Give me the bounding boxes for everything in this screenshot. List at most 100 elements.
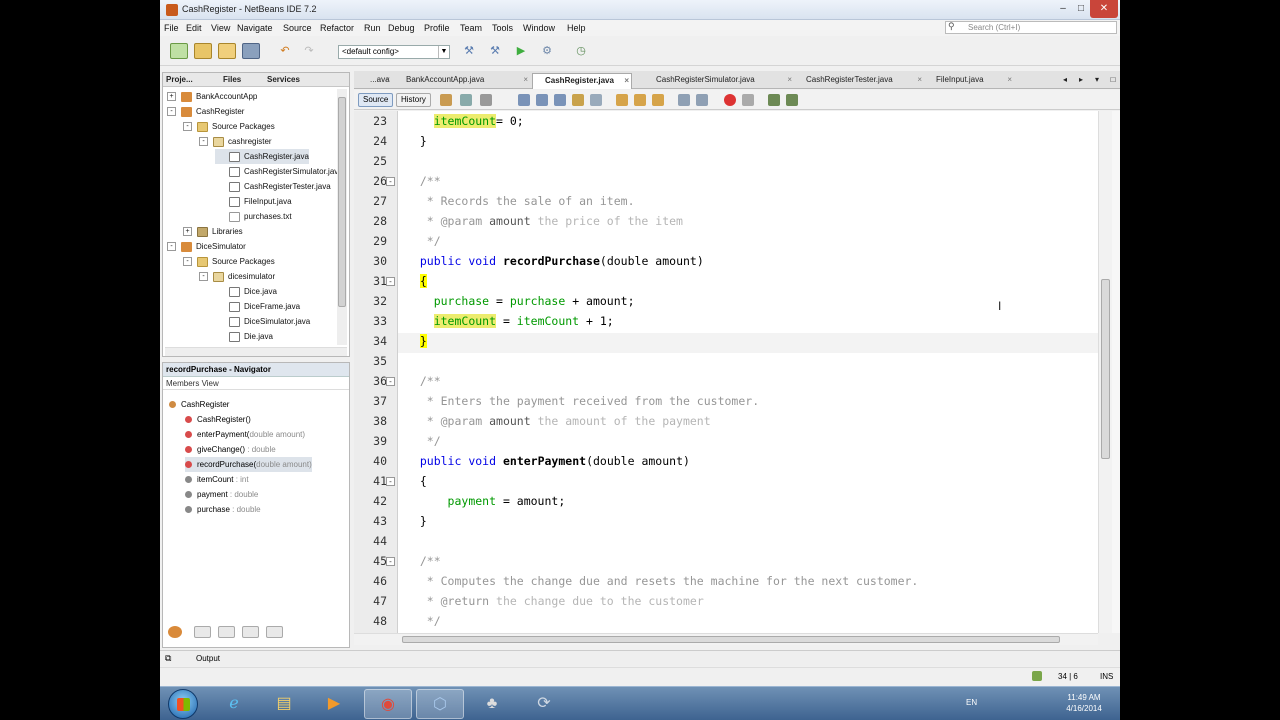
media-player-icon[interactable]: ▶ bbox=[310, 689, 358, 719]
uncomment-icon[interactable] bbox=[786, 94, 798, 106]
toggle-rect-select-icon[interactable] bbox=[590, 94, 602, 106]
menu-debug[interactable]: Debug bbox=[388, 23, 415, 33]
navigator-member[interactable]: itemCount : int bbox=[185, 472, 249, 487]
editor-vertical-scrollbar[interactable] bbox=[1098, 111, 1112, 633]
expand-icon[interactable]: + bbox=[167, 92, 176, 102]
tab-cashregistertester[interactable]: CashRegisterTester.java × bbox=[794, 73, 924, 89]
scrollbar-thumb[interactable] bbox=[1101, 279, 1110, 459]
maximize-editor-icon[interactable]: □ bbox=[1106, 73, 1120, 89]
explorer-icon[interactable]: ▤ bbox=[260, 689, 308, 719]
collapse-icon[interactable]: - bbox=[167, 107, 176, 117]
start-macro-icon[interactable] bbox=[724, 94, 736, 106]
tree-node[interactable]: Die.java bbox=[215, 329, 273, 344]
fold-toggle-icon[interactable]: - bbox=[386, 557, 395, 566]
shift-right-icon[interactable] bbox=[696, 94, 708, 106]
navigator-member[interactable]: CashRegister bbox=[169, 397, 229, 412]
tab-cashregister[interactable]: CashRegister.java × bbox=[532, 73, 632, 89]
quick-search-field[interactable]: ⚲ Search (Ctrl+I) bbox=[945, 21, 1117, 34]
language-indicator[interactable]: EN bbox=[966, 698, 977, 707]
previous-bookmark-icon[interactable] bbox=[616, 94, 628, 106]
close-button[interactable]: ✕ bbox=[1090, 0, 1118, 18]
open-project-icon[interactable] bbox=[218, 43, 236, 59]
tree-node[interactable]: Dice.java bbox=[215, 284, 277, 299]
menu-help[interactable]: Help bbox=[567, 23, 586, 33]
tab-fileinput[interactable]: FileInput.java × bbox=[924, 73, 1014, 89]
tree-node[interactable]: FileInput.java bbox=[215, 194, 292, 209]
menu-profile[interactable]: Profile bbox=[424, 23, 450, 33]
paint-icon[interactable]: ♣ bbox=[468, 689, 516, 719]
navigator-member[interactable]: recordPurchase(double amount) bbox=[185, 457, 312, 472]
scrollbar-thumb[interactable] bbox=[402, 636, 1060, 643]
filter-inherited-icon[interactable] bbox=[266, 626, 283, 638]
collapse-icon[interactable]: - bbox=[199, 137, 208, 147]
navigator-member[interactable]: enterPayment(double amount) bbox=[185, 427, 305, 442]
menu-tools[interactable]: Tools bbox=[492, 23, 513, 33]
tab-files[interactable]: Files bbox=[223, 75, 241, 84]
tab-bankaccountapp[interactable]: BankAccountApp.java × bbox=[394, 73, 530, 89]
menu-file[interactable]: File bbox=[164, 23, 179, 33]
new-project-icon[interactable] bbox=[194, 43, 212, 59]
tree-node[interactable]: DiceFrame.java bbox=[215, 299, 300, 314]
start-button[interactable] bbox=[168, 689, 198, 719]
sort-icon[interactable] bbox=[168, 626, 182, 638]
tree-node[interactable]: - cashregister bbox=[199, 134, 272, 149]
scroll-tabs-right-icon[interactable]: ▸ bbox=[1074, 73, 1088, 89]
configuration-select[interactable]: <default config> ▼ bbox=[338, 45, 450, 59]
system-clock[interactable]: 11:49 AM 4/16/2014 bbox=[1056, 692, 1112, 714]
tree-node[interactable]: + Libraries bbox=[183, 224, 243, 239]
output-window-icon[interactable]: ⧉ bbox=[165, 653, 171, 664]
sync-icon[interactable]: ⟳ bbox=[520, 689, 568, 719]
expand-icon[interactable]: + bbox=[183, 227, 192, 237]
filter-static-icon[interactable] bbox=[218, 626, 235, 638]
shift-left-icon[interactable] bbox=[678, 94, 690, 106]
redo-icon[interactable]: ↷ bbox=[300, 43, 318, 59]
collapse-icon[interactable]: - bbox=[183, 122, 192, 132]
forward-icon[interactable] bbox=[480, 94, 492, 106]
fold-toggle-icon[interactable]: - bbox=[386, 177, 395, 186]
navigator-member[interactable]: purchase : double bbox=[185, 502, 261, 517]
scroll-tabs-left-icon[interactable]: ◂ bbox=[1058, 73, 1072, 89]
navigator-member[interactable]: payment : double bbox=[185, 487, 258, 502]
output-button[interactable]: Output bbox=[196, 654, 220, 663]
sort-alpha-icon[interactable] bbox=[290, 626, 307, 638]
tree-node[interactable]: CashRegisterTester.java bbox=[215, 179, 331, 194]
build-icon[interactable]: ⚒ bbox=[460, 43, 478, 59]
editor-horizontal-scrollbar[interactable] bbox=[354, 633, 1098, 645]
collapse-icon[interactable]: - bbox=[183, 257, 192, 267]
next-bookmark-icon[interactable] bbox=[634, 94, 646, 106]
tree-node[interactable]: - dicesimulator bbox=[199, 269, 275, 284]
collapse-icon[interactable]: - bbox=[199, 272, 208, 282]
tree-node[interactable]: + BankAccountApp bbox=[167, 89, 257, 104]
fold-toggle-icon[interactable]: - bbox=[386, 377, 395, 386]
tree-node[interactable]: - Source Packages bbox=[183, 254, 275, 269]
close-tab-icon[interactable]: × bbox=[624, 74, 629, 88]
chrome-icon[interactable]: ◉ bbox=[364, 689, 412, 719]
stop-macro-icon[interactable] bbox=[742, 94, 754, 106]
back-icon[interactable] bbox=[460, 94, 472, 106]
tree-node[interactable]: CashRegisterSimulator.java bbox=[215, 164, 343, 179]
collapse-icon[interactable]: - bbox=[167, 242, 176, 252]
debug-icon[interactable]: ⚙ bbox=[538, 43, 556, 59]
tab-cashregistersimulator[interactable]: CashRegisterSimulator.java × bbox=[644, 73, 794, 89]
undo-icon[interactable]: ↶ bbox=[276, 43, 294, 59]
navigator-member[interactable]: giveChange() : double bbox=[185, 442, 276, 457]
menu-navigate[interactable]: Navigate bbox=[237, 23, 273, 33]
history-view-button[interactable]: History bbox=[396, 93, 431, 107]
tree-node[interactable]: CashRegister.java bbox=[215, 149, 309, 164]
run-icon[interactable]: ▶ bbox=[512, 43, 530, 59]
navigator-view-select[interactable]: Members View bbox=[163, 378, 349, 390]
close-tab-icon[interactable]: × bbox=[385, 73, 390, 87]
tree-node[interactable]: DiceSimulator.java bbox=[215, 314, 310, 329]
toggle-bookmark-icon[interactable] bbox=[652, 94, 664, 106]
tree-node[interactable]: - Source Packages bbox=[183, 119, 275, 134]
source-view-button[interactable]: Source bbox=[358, 93, 394, 107]
find-next-icon[interactable] bbox=[554, 94, 566, 106]
tab-editor-overflow[interactable]: ...ava × bbox=[358, 73, 392, 89]
tab-services[interactable]: Services bbox=[267, 75, 300, 84]
last-edit-icon[interactable] bbox=[440, 94, 452, 106]
clean-build-icon[interactable]: ⚒ bbox=[486, 43, 504, 59]
scrollbar-thumb[interactable] bbox=[338, 97, 346, 307]
projects-horizontal-scrollbar[interactable] bbox=[165, 347, 347, 356]
menu-source[interactable]: Source bbox=[283, 23, 312, 33]
close-tab-icon[interactable]: × bbox=[787, 73, 792, 87]
